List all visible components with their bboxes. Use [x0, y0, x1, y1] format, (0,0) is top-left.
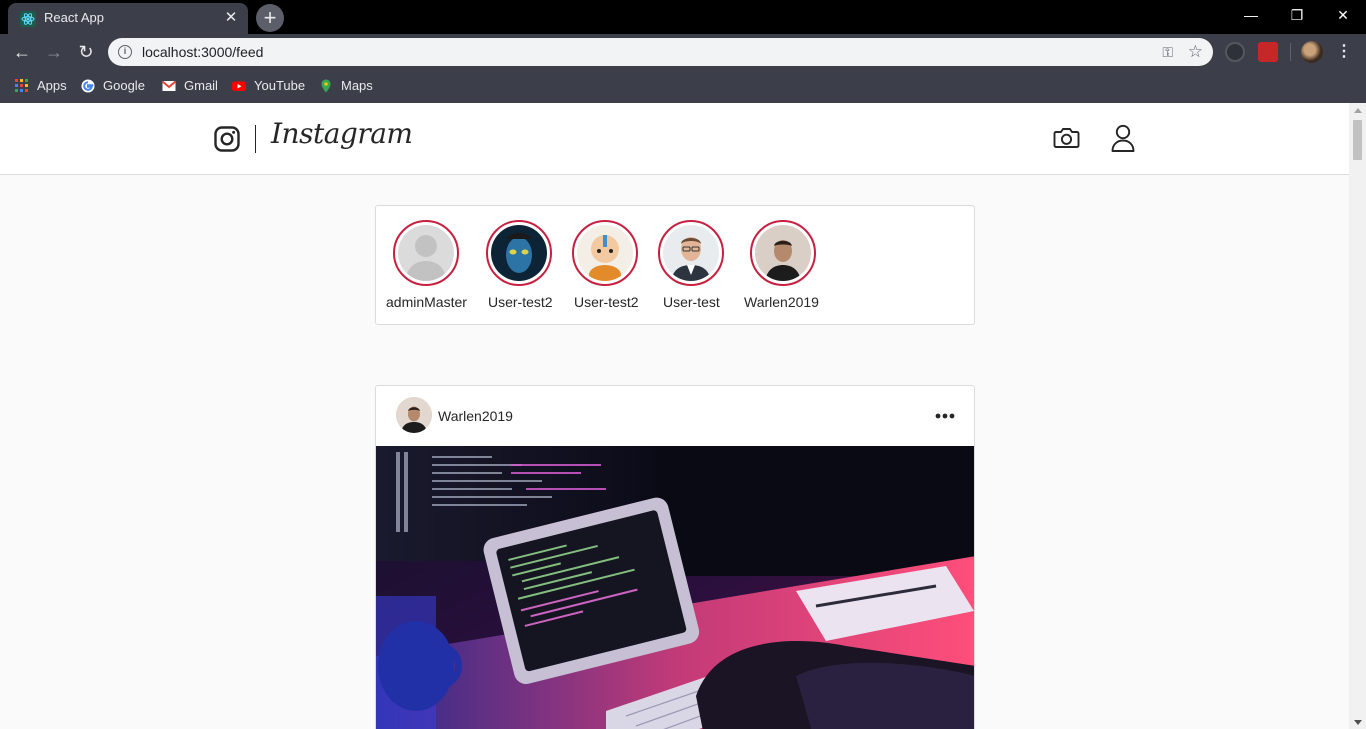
url-text[interactable]: localhost:3000/feed — [142, 44, 263, 60]
story-ring[interactable] — [486, 220, 552, 286]
logo-divider — [255, 125, 256, 153]
scroll-up-icon[interactable] — [1354, 108, 1362, 113]
bookmark-label: Maps — [341, 78, 373, 93]
avatar-man-photo — [755, 225, 811, 281]
forward-arrow-icon[interactable]: → — [40, 38, 68, 66]
story-username: User-test2 — [488, 294, 553, 310]
reload-icon[interactable]: ↻ — [72, 38, 100, 66]
new-tab-button[interactable]: + — [256, 4, 284, 32]
story-item[interactable]: User-test — [658, 220, 726, 312]
extension-icon[interactable] — [1225, 42, 1245, 62]
instagram-glyph-icon[interactable] — [214, 126, 240, 152]
browser-toolbar: ← → ↻ i localhost:3000/feed ⚿ ☆ ⋮ — [0, 34, 1366, 70]
browser-tab[interactable]: React App ✕ — [8, 3, 248, 34]
apps-grid-icon — [15, 79, 28, 92]
tab-title: React App — [44, 10, 104, 25]
story-ring[interactable] — [658, 220, 724, 286]
story-item[interactable]: adminMaster — [386, 220, 467, 312]
story-username: User-test — [663, 294, 720, 310]
page-viewport: Instagram adminMaster User-test2 User-te… — [0, 103, 1349, 729]
default-avatar-icon — [398, 225, 454, 281]
bookmark-label: Google — [103, 78, 145, 93]
avatar-man-suit — [663, 225, 719, 281]
profile-avatar-icon[interactable] — [1301, 41, 1323, 63]
scroll-thumb[interactable] — [1353, 120, 1362, 160]
more-options-icon[interactable] — [934, 408, 956, 424]
bookmark-label: Apps — [37, 78, 67, 93]
story-ring[interactable] — [572, 220, 638, 286]
close-tab-icon[interactable]: ✕ — [222, 9, 240, 27]
chrome-menu-icon[interactable]: ⋮ — [1336, 42, 1352, 62]
bookmark-label: Gmail — [184, 78, 218, 93]
restore-window-icon[interactable]: ❐ — [1282, 4, 1312, 26]
post-photo[interactable] — [376, 446, 974, 729]
post-author-avatar[interactable] — [396, 397, 432, 433]
gmail-icon — [162, 80, 176, 91]
story-item[interactable]: User-test2 — [572, 220, 640, 312]
feed-post: Warlen2019 — [375, 385, 975, 729]
post-author-username[interactable]: Warlen2019 — [438, 408, 513, 424]
youtube-icon — [232, 81, 246, 91]
user-profile-icon[interactable] — [1111, 124, 1135, 152]
bookmark-star-icon[interactable]: ☆ — [1188, 42, 1203, 62]
bookmark-label: YouTube — [254, 78, 306, 93]
password-key-icon[interactable]: ⚿ — [1162, 44, 1173, 61]
camera-icon[interactable] — [1053, 126, 1080, 150]
site-info-icon[interactable]: i — [118, 45, 132, 59]
close-window-icon[interactable]: ✕ — [1328, 4, 1358, 26]
instagram-wordmark[interactable]: Instagram — [271, 117, 413, 150]
app-header: Instagram — [0, 103, 1349, 175]
toolbar-divider — [1290, 43, 1291, 61]
back-arrow-icon[interactable]: ← — [8, 38, 36, 66]
story-username: Warlen2019 — [744, 294, 819, 310]
story-ring[interactable] — [393, 220, 459, 286]
story-item[interactable]: User-test2 — [486, 220, 554, 312]
story-item[interactable]: Warlen2019 — [744, 220, 822, 312]
avatar-cartoon-monk — [577, 225, 633, 281]
extension-red-icon[interactable] — [1258, 42, 1278, 62]
story-username: User-test2 — [574, 294, 639, 310]
google-icon — [81, 79, 95, 93]
scroll-down-icon[interactable] — [1354, 720, 1362, 725]
react-favicon-icon — [20, 11, 36, 27]
minimize-window-icon[interactable]: — — [1236, 4, 1266, 26]
page-scrollbar[interactable] — [1349, 103, 1366, 729]
bookmarks-bar: Apps Google Gmail YouTube Maps — [0, 70, 1366, 103]
avatar-blue-character — [491, 225, 547, 281]
story-ring[interactable] — [750, 220, 816, 286]
story-username: adminMaster — [386, 294, 467, 310]
address-bar[interactable]: i localhost:3000/feed ⚿ ☆ — [108, 38, 1213, 66]
maps-icon — [321, 79, 331, 93]
stories-tray: adminMaster User-test2 User-test2 User-t… — [375, 205, 975, 325]
browser-titlebar: React App ✕ + — ❐ ✕ — [0, 0, 1366, 34]
